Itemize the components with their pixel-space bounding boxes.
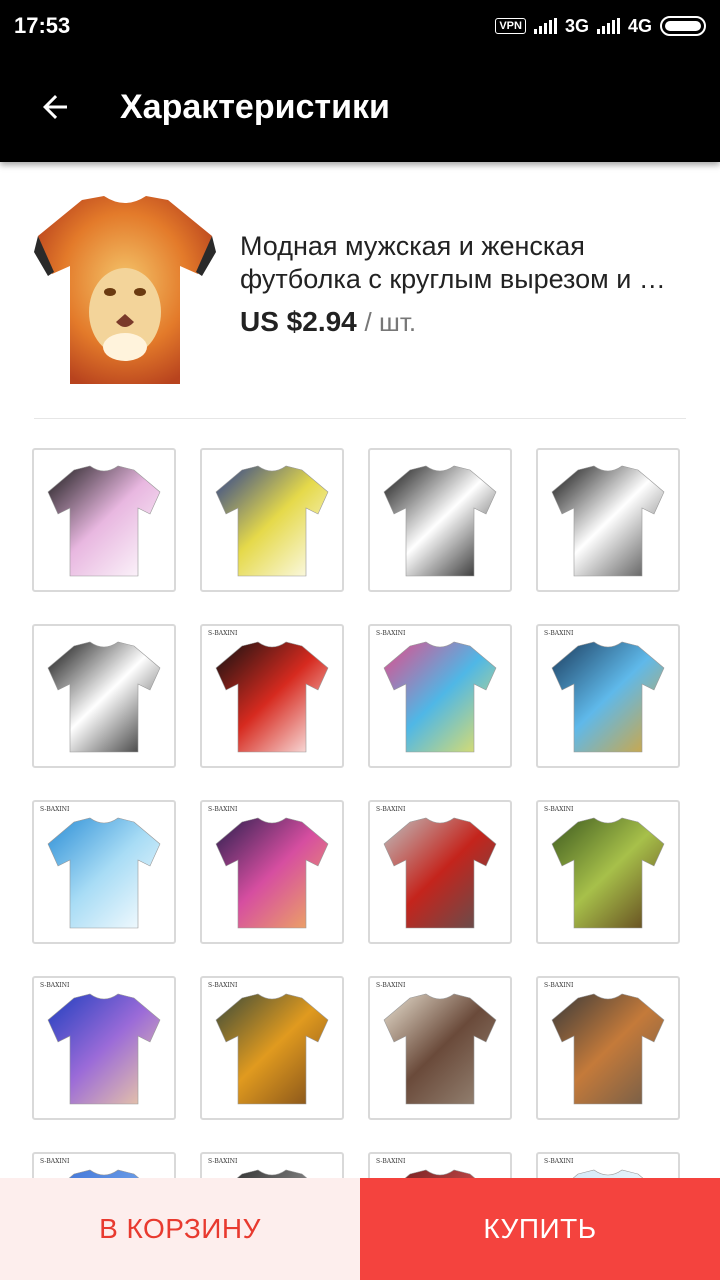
tshirt-image bbox=[551, 641, 665, 753]
page-title: Характеристики bbox=[120, 87, 390, 126]
tshirt-image bbox=[383, 993, 497, 1105]
tshirt-image bbox=[383, 465, 497, 577]
network-label-4g: 4G bbox=[627, 15, 652, 36]
signal-icon-2 bbox=[596, 18, 620, 34]
variant-thumbnail-galaxy-cat[interactable]: S-BAXINI bbox=[200, 800, 344, 944]
variant-grid: S-BAXINI S-BAXINI S-BAXINI S-BAXINI S-BAXINI… bbox=[32, 448, 688, 1280]
tshirt-image bbox=[383, 641, 497, 753]
tshirt-image bbox=[47, 465, 161, 577]
bottom-action-bar: В КОРЗИНУ КУПИТЬ bbox=[0, 1178, 720, 1280]
variant-thumbnail-lion-dreadlocks[interactable]: S-BAXINI bbox=[200, 976, 344, 1120]
tshirt-image bbox=[215, 641, 329, 753]
tshirt-image bbox=[215, 993, 329, 1105]
product-title[interactable]: Модная мужская и женская футболка с круг… bbox=[240, 230, 690, 296]
tshirt-image bbox=[47, 641, 161, 753]
variant-thumbnail-lightning-blue[interactable]: S-BAXINI bbox=[32, 976, 176, 1120]
tshirt-image bbox=[47, 993, 161, 1105]
status-bar: 17:53 VPN 3G 4G bbox=[0, 0, 720, 52]
signal-icon bbox=[533, 18, 557, 34]
app-bar: Характеристики bbox=[0, 52, 720, 162]
status-icons: VPN 3G 4G bbox=[495, 16, 706, 37]
variant-thumbnail-forest[interactable]: S-BAXINI bbox=[536, 800, 680, 944]
variant-thumbnail-radial-blue-yellow[interactable] bbox=[200, 448, 344, 592]
tshirt-image bbox=[551, 817, 665, 929]
variant-thumbnail-colorful-splash[interactable]: S-BAXINI bbox=[368, 624, 512, 768]
network-label-3g: 3G bbox=[564, 15, 589, 36]
tshirt-image bbox=[551, 993, 665, 1105]
tshirt-image bbox=[215, 817, 329, 929]
battery-icon bbox=[660, 16, 706, 36]
variant-thumbnail-water-splash[interactable]: S-BAXINI bbox=[32, 800, 176, 944]
price-unit: / шт. bbox=[364, 307, 417, 337]
arrow-left-icon bbox=[43, 95, 67, 119]
product-summary: Модная мужская и женская футболка с круг… bbox=[0, 170, 720, 420]
variant-thumbnail-plumber[interactable]: S-BAXINI bbox=[536, 976, 680, 1120]
lion-tshirt-image bbox=[34, 196, 216, 384]
variant-thumbnail-blue-skull[interactable]: S-BAXINI bbox=[536, 624, 680, 768]
divider bbox=[34, 418, 686, 419]
tshirt-image bbox=[47, 817, 161, 929]
variant-thumbnail-mushroom-cloud[interactable]: S-BAXINI bbox=[368, 976, 512, 1120]
product-info: Модная мужская и женская футболка с круг… bbox=[240, 230, 690, 338]
back-button[interactable] bbox=[0, 52, 110, 162]
vpn-icon: VPN bbox=[495, 18, 526, 34]
variant-thumbnail-spiral-bw[interactable] bbox=[368, 448, 512, 592]
buy-now-button[interactable]: КУПИТЬ bbox=[360, 1178, 720, 1280]
variant-thumbnail-checker-tunnel[interactable] bbox=[536, 448, 680, 592]
product-image bbox=[32, 192, 218, 388]
add-to-cart-button[interactable]: В КОРЗИНУ bbox=[0, 1178, 360, 1280]
variant-thumbnail-red-explosion[interactable]: S-BAXINI bbox=[368, 800, 512, 944]
price-row: US $2.94 / шт. bbox=[240, 306, 690, 338]
tshirt-image bbox=[551, 465, 665, 577]
tshirt-image bbox=[383, 817, 497, 929]
status-time: 17:53 bbox=[14, 13, 71, 38]
variant-thumbnail-vortex-pink[interactable] bbox=[32, 448, 176, 592]
variant-thumbnail-apple-red-black[interactable]: S-BAXINI bbox=[200, 624, 344, 768]
variant-thumbnail-stripes-bw[interactable] bbox=[32, 624, 176, 768]
tshirt-image bbox=[215, 465, 329, 577]
product-price: US $2.94 bbox=[240, 306, 357, 337]
